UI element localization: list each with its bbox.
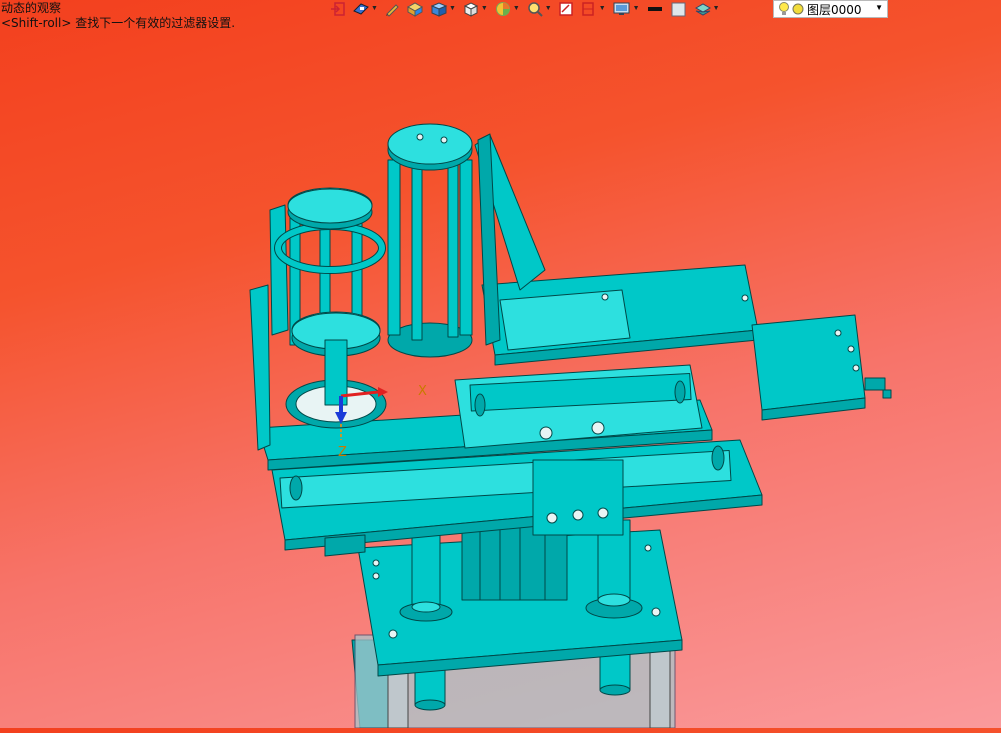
display-icon bbox=[613, 2, 630, 15]
select-filter-icon bbox=[353, 3, 369, 15]
line-color-button[interactable] bbox=[646, 0, 664, 18]
section-icon bbox=[558, 2, 573, 16]
chevron-down-icon: ▼ bbox=[632, 5, 640, 12]
layer-manager-button[interactable]: ▼ bbox=[694, 0, 720, 18]
chevron-down-icon: ▼ bbox=[512, 5, 520, 12]
chevron-down-icon: ▼ bbox=[371, 5, 378, 12]
axis-z-label: Z bbox=[338, 445, 347, 460]
chevron-down-icon: ▼ bbox=[480, 5, 488, 12]
chevron-down-icon: ▼ bbox=[712, 5, 720, 12]
pen-icon bbox=[385, 4, 399, 17]
chevron-down-icon: ▼ bbox=[598, 5, 606, 12]
chevron-down-icon: ▼ bbox=[448, 5, 456, 12]
zoom-button[interactable]: ▼ bbox=[526, 0, 552, 18]
cube-icon bbox=[430, 2, 448, 17]
line-color-icon bbox=[647, 7, 662, 11]
layer-visibility-icon bbox=[792, 3, 804, 15]
fill-color-icon bbox=[671, 2, 686, 17]
status-hint: 动态的观察 <Shift-roll> 查找下一个有效的过滤器设置. bbox=[1, 1, 235, 31]
chevron-down-icon: ▼ bbox=[544, 5, 552, 12]
layer-name: 图层0000 bbox=[807, 2, 862, 17]
exit-sketch-button[interactable] bbox=[330, 0, 346, 18]
layer-stack-icon bbox=[694, 3, 711, 16]
render-mode-button[interactable]: ▼ bbox=[494, 0, 520, 18]
status-mode: 动态的观察 bbox=[1, 1, 62, 15]
fill-color-button[interactable] bbox=[670, 0, 688, 18]
layer-dropdown[interactable]: 图层0000 ▼ bbox=[773, 0, 888, 18]
measure-button[interactable]: ▼ bbox=[580, 0, 606, 18]
box-view-button[interactable] bbox=[406, 0, 424, 18]
exit-sketch-icon bbox=[331, 2, 345, 16]
heads-up-toolbar: ▼ ▼ ▼ ▼ ▼ ▼ ▼ ▼ bbox=[330, 0, 726, 18]
right-tower bbox=[387, 123, 473, 358]
zoom-icon bbox=[528, 2, 543, 17]
left-tower bbox=[249, 187, 387, 451]
cad-model[interactable]: .m { fill:#00c8c8; stroke:#004848; strok… bbox=[0, 0, 1001, 729]
cube-view-button[interactable]: ▼ bbox=[430, 0, 456, 18]
status-shortcut-hint: <Shift-roll> 查找下一个有效的过滤器设置. bbox=[1, 16, 236, 30]
ruler-icon bbox=[581, 2, 594, 16]
select-filter-button[interactable]: ▼ bbox=[352, 0, 378, 18]
chevron-down-icon: ▼ bbox=[875, 3, 883, 12]
view-orientation-button[interactable]: ▼ bbox=[462, 0, 488, 18]
render-mode-icon bbox=[495, 2, 510, 16]
display-settings-button[interactable]: ▼ bbox=[612, 0, 640, 18]
lightbulb-icon bbox=[779, 2, 789, 15]
sketch-pen-button[interactable] bbox=[384, 0, 400, 18]
box-icon bbox=[406, 2, 423, 17]
view-cube-icon bbox=[463, 2, 478, 17]
section-view-button[interactable] bbox=[558, 0, 574, 18]
axis-x-label: X bbox=[418, 384, 427, 399]
3d-viewport[interactable]: .m { fill:#00c8c8; stroke:#004848; strok… bbox=[0, 0, 1001, 729]
